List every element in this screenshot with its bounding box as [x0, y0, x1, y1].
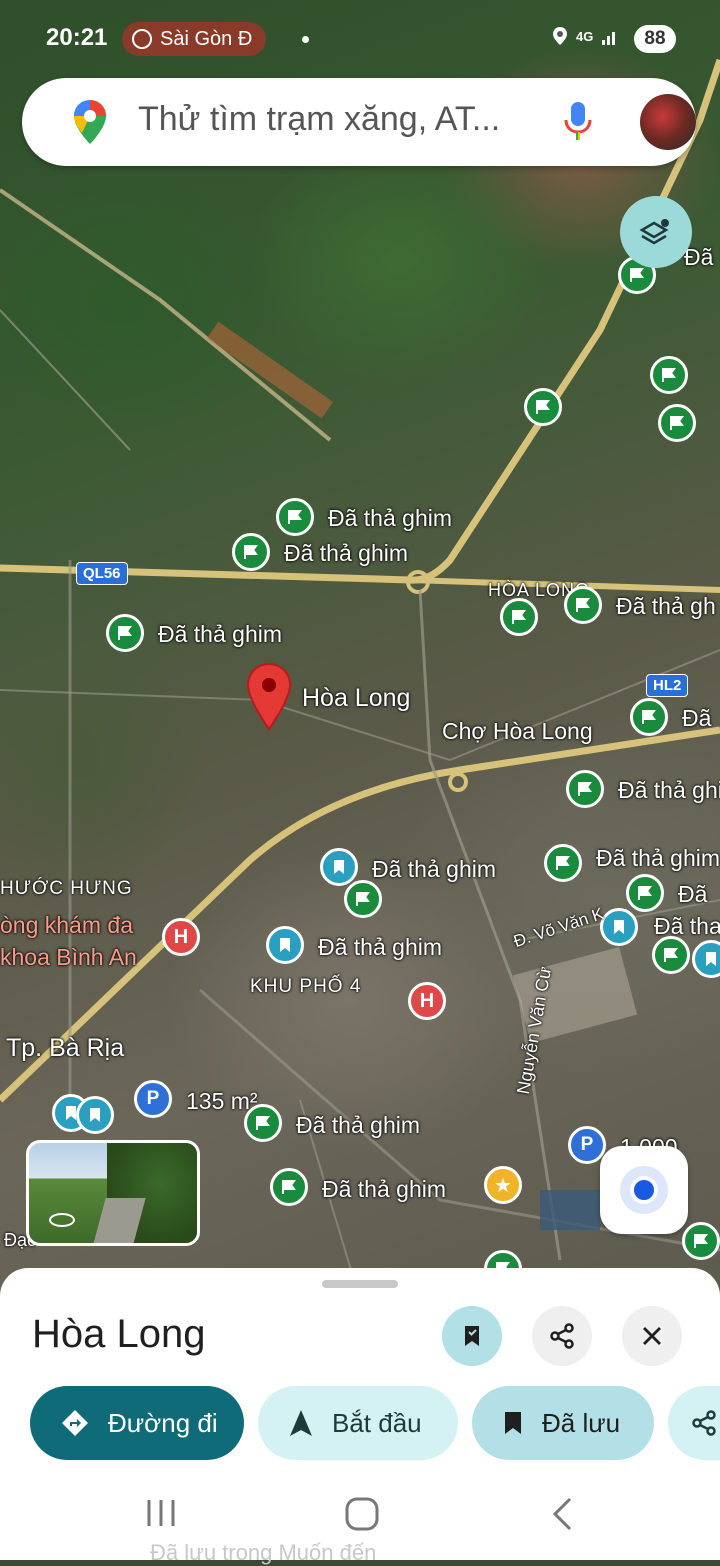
save-place-button[interactable] — [442, 1306, 502, 1366]
clinic-label-line1: òng khám đa — [0, 912, 133, 938]
saved-pin[interactable] — [626, 874, 664, 912]
search-input[interactable]: Thử tìm trạm xăng, AT... — [138, 100, 500, 139]
start-label: Bắt đầu — [332, 1407, 422, 1438]
saved-pin-label: Đã thả ghim — [158, 621, 283, 647]
saved-pin[interactable] — [544, 844, 582, 882]
sheet-drag-handle[interactable] — [322, 1280, 398, 1288]
saved-pin[interactable] — [652, 936, 690, 974]
bookmark-pin[interactable] — [266, 926, 304, 964]
saved-pin[interactable] — [564, 586, 602, 624]
saved-pin-label: Đã thả gh — [616, 593, 716, 619]
share-icon — [690, 1409, 718, 1437]
location-icon — [553, 27, 567, 45]
bookmark-pin[interactable] — [76, 1096, 114, 1134]
layers-button[interactable] — [620, 196, 692, 268]
saved-pin[interactable] — [682, 1222, 720, 1260]
saved-pin[interactable] — [232, 533, 270, 571]
saved-pin[interactable] — [500, 598, 538, 636]
place-title: Hòa Long — [32, 1312, 206, 1356]
my-location-icon — [630, 1176, 658, 1204]
layers-icon — [639, 219, 669, 245]
saved-pin-label: Đã — [678, 881, 708, 907]
mic-icon[interactable] — [562, 100, 594, 144]
bookmark-icon — [465, 1326, 479, 1346]
notification-chip[interactable]: Sài Gòn Đ — [122, 22, 267, 56]
parking-pin[interactable]: P — [568, 1126, 606, 1164]
google-maps-logo — [74, 100, 106, 144]
area-label-khu-pho-4: KHU PHỐ 4 — [250, 976, 362, 997]
street-view-thumbnail[interactable] — [26, 1140, 200, 1246]
saved-pin[interactable] — [344, 880, 382, 918]
city-label-ba-ria: Tp. Bà Rịa — [6, 1034, 125, 1062]
bookmark-pin[interactable] — [600, 908, 638, 946]
saved-pin[interactable] — [244, 1104, 282, 1142]
system-nav-bar — [0, 1466, 720, 1560]
battery-indicator: 88 — [634, 25, 676, 53]
hospital-pin[interactable]: H — [162, 918, 200, 956]
saved-pin[interactable] — [270, 1168, 308, 1206]
saved-button[interactable]: Đã lưu — [472, 1386, 654, 1460]
saved-pin-label: Đã — [684, 244, 714, 270]
saved-pin[interactable] — [658, 404, 696, 442]
notification-text: Sài Gòn Đ — [160, 27, 253, 50]
status-time: 20:21 — [46, 24, 108, 51]
close-button[interactable] — [622, 1306, 682, 1366]
saved-pin[interactable] — [566, 770, 604, 808]
saved-pin-label: Đã thả ghim — [296, 1112, 421, 1138]
saved-pin[interactable] — [630, 698, 668, 736]
close-icon — [643, 1327, 661, 1345]
hospital-pin[interactable]: H — [408, 982, 446, 1020]
home-icon[interactable] — [344, 1496, 380, 1532]
saved-pin[interactable] — [106, 614, 144, 652]
directions-label: Đường đi — [108, 1407, 218, 1438]
bookmark-icon — [502, 1410, 524, 1436]
avatar[interactable] — [640, 94, 696, 150]
saved-pin-label: Đã thả ghim — [322, 1176, 447, 1202]
saved-pin[interactable] — [524, 388, 562, 426]
clinic-label-line2: khoa Bình An — [0, 944, 137, 970]
road-badge-hl2: HL2 — [646, 674, 689, 697]
market-label: Chợ Hòa Long — [442, 718, 593, 744]
share-icon — [550, 1323, 574, 1349]
directions-icon — [60, 1408, 90, 1438]
selected-place-marker[interactable] — [246, 662, 292, 737]
signal-icon — [602, 32, 616, 45]
status-bar: 20:21 Sài Gòn Đ 4G 88 — [0, 0, 720, 78]
back-icon[interactable] — [550, 1496, 574, 1532]
saved-pin[interactable] — [650, 356, 688, 394]
navigation-arrow-icon — [288, 1408, 314, 1438]
saved-pin-label: Đã thả ghim — [318, 934, 443, 960]
starred-pin[interactable]: ★ — [484, 1166, 522, 1204]
saved-pin-label: Đã thả ghim — [596, 845, 720, 871]
start-navigation-button[interactable]: Bắt đầu — [258, 1386, 458, 1460]
saved-label: Đã lưu — [542, 1407, 621, 1438]
saved-pin-label: Đã tha — [654, 913, 720, 939]
saved-pin-label: Đã — [682, 705, 712, 731]
saved-pin-label: Đã thả ghim — [328, 505, 453, 531]
recent-apps-icon[interactable] — [144, 1498, 178, 1528]
selected-place-label: Hòa Long — [302, 684, 411, 712]
parking-pin[interactable]: P — [134, 1080, 172, 1118]
saved-pin-label: Đã thả ghim — [372, 856, 497, 882]
area-label-phuoc-hung: HƯỚC HƯNG — [0, 878, 133, 899]
road-badge-ql56: QL56 — [76, 562, 128, 585]
notification-dot — [302, 36, 309, 43]
network-type: 4G — [576, 28, 594, 44]
directions-button[interactable]: Đường đi — [30, 1386, 244, 1460]
rotate-360-icon — [49, 1213, 75, 1227]
saved-pin-label: Đã thả ghim — [618, 777, 720, 803]
my-location-button[interactable] — [600, 1146, 688, 1234]
globe-icon — [132, 29, 152, 49]
status-icons: 4G — [552, 26, 619, 46]
saved-pin[interactable] — [276, 498, 314, 536]
bookmark-pin[interactable] — [320, 848, 358, 886]
saved-pin-label: Đã thả ghim — [284, 540, 409, 566]
map-view[interactable]: QL56 HL2 Đã thả ghim Đã thả ghim Đã thả … — [0, 0, 720, 1300]
share-button[interactable] — [532, 1306, 592, 1366]
search-bar[interactable]: Thử tìm trạm xăng, AT... — [22, 78, 696, 166]
